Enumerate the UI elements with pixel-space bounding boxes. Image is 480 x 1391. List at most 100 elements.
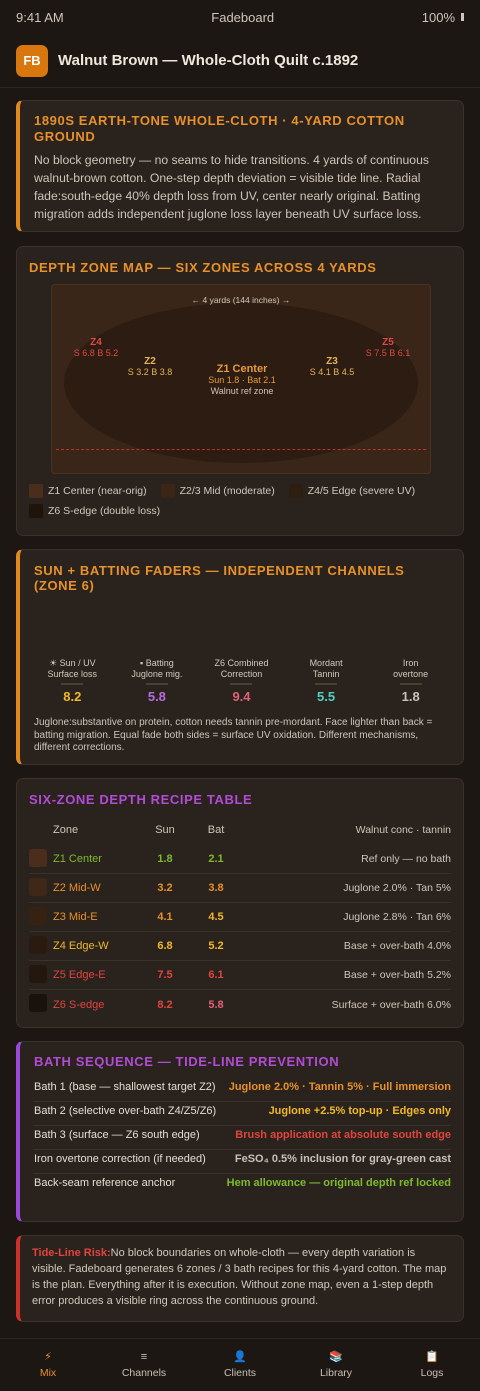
person-icon: 👤 [233,1351,247,1363]
row-recipe: Base + over-bath 4.0% [343,940,451,952]
row-sun: 6.8 [157,940,173,952]
nav-label: Channels [121,1367,167,1379]
bath-step-label: Iron overtone correction (if needed) [34,1153,206,1165]
fader-label: Mordant Tannin [309,658,343,679]
bolt-icon: ⚡ [44,1351,52,1363]
tide-line-risk-card: Tide-Line Risk:No block boundaries on wh… [16,1235,464,1322]
zone-z3-marker[interactable]: Z3 S 4.1 B 4.5 [302,356,362,378]
row-bat: 5.8 [208,998,224,1011]
legend-item-z4-z5: Z4/5 Edge (severe UV) [288,484,416,498]
zone-z4-marker[interactable]: Z4 S 6.8 B 5.2 [66,337,126,359]
row-sun: 3.2 [157,882,173,894]
yards-label: ← 4 yards (144 inches) → [191,295,291,305]
fader-track[interactable] [61,683,84,685]
col-recipe-header: Walnut conc · tannin [355,824,451,836]
nav-item-clients[interactable]: 👤 Clients [192,1339,288,1391]
depth-map-title: Depth Zone Map — Six Zones Across 4 Yard… [29,260,377,275]
bath-step[interactable]: Iron overtone correction (if needed) FeS… [34,1150,451,1174]
battery-percent: 100% [421,9,455,25]
app-header: FB Walnut Brown — Whole-Cloth Quilt c.18… [0,34,480,88]
table-row[interactable]: Z2 Mid-W 3.2 3.8 Juglone 2.0% · Tan 5% [29,874,451,903]
table-row[interactable]: Z3 Mid-E 4.1 4.5 Juglone 2.8% · Tan 6% [29,903,451,932]
zone-z4-values: S 6.8 B 5.2 [73,348,119,358]
nav-item-mix[interactable]: ⚡ Mix [0,1339,96,1391]
row-bat: 6.1 [208,969,224,981]
bath-step-value: Brush application at absolute south edge [235,1129,451,1141]
fader-mordant-tannin[interactable]: Mordant Tannin 5.5 [284,658,369,704]
row-sun: 4.1 [157,911,173,923]
fader-track[interactable] [399,683,422,685]
status-bar: 9:41 AM Fadeboard 100% [0,0,480,34]
zone-z2-marker[interactable]: Z2 S 3.2 B 3.8 [120,356,180,378]
legend-swatch [160,484,175,498]
zone-z5-label: Z5 [382,337,394,348]
recipe-table: Zone Sun Bat Walnut conc · tannin Z1 Cen… [29,819,451,1019]
legend-swatch [29,484,43,498]
bath-step[interactable]: Bath 2 (selective over-bath Z4/Z5/Z6) Ju… [34,1102,451,1126]
zone-z2-label: Z2 [144,356,156,367]
bath-step[interactable]: Back-seam reference anchor Hem allowance… [34,1174,451,1198]
faders-card: Sun + Batting faders — independent chann… [16,549,464,765]
zone-z5-values: S 7.5 B 6.1 [365,348,411,358]
legend-item-z6: Z6 S-edge (double loss) [29,504,160,518]
bath-step-value: Juglone 2.0% · Tannin 5% · Full immersio… [228,1081,451,1093]
fader-sun-uv[interactable]: ☀ Sun / UV Surface loss 8.2 [30,658,115,704]
nav-item-channels[interactable]: ≡ Channels [96,1339,192,1391]
bath-step[interactable]: Bath 1 (base — shallowest target Z2) Jug… [34,1078,451,1102]
row-bat: 5.2 [208,940,224,952]
table-row[interactable]: Z1 Center 1.8 2.1 Ref only — no bath [29,845,451,874]
legend-swatch [288,484,303,498]
row-recipe: Base + over-bath 5.2% [343,969,451,981]
sliders-icon: ≡ [140,1351,148,1363]
legend-label: Z1 Center (near-orig) [48,485,147,497]
depth-zone-map[interactable]: ← 4 yards (144 inches) → Z4 S 6.8 B 5.2 … [51,284,431,474]
nav-item-library[interactable]: 📚 Library [288,1339,384,1391]
bath-step[interactable]: Bath 3 (surface — Z6 south edge) Brush a… [34,1126,451,1150]
clipboard-icon: 📋 [425,1351,439,1363]
bath-step-label: Back-seam reference anchor [34,1177,176,1189]
zone-swatch [29,906,47,925]
table-row[interactable]: Z6 S-edge 8.2 5.8 Surface + over-bath 6.… [29,990,451,1019]
recipe-table-title: Six-Zone Depth Recipe Table [29,792,253,807]
table-header-row: Zone Sun Bat Walnut conc · tannin [29,819,451,841]
zone-z5-marker[interactable]: Z5 S 7.5 B 6.1 [358,337,418,359]
nav-label: Library [319,1367,353,1379]
intro-body: No block geometry — no seams to hide tra… [34,153,429,221]
zone-z3-values: S 4.1 B 4.5 [309,367,355,377]
fader-z6-combined[interactable]: Z6 Combined Correction 9.4 [199,658,284,704]
fader-label: Z6 Combined Correction [214,658,269,679]
fader-label: ▪ Batting Juglone mig. [131,658,183,679]
zone-z1-marker[interactable]: Z1 Center Sun 1.8 · Bat 2.1 Walnut ref z… [192,364,292,397]
table-row[interactable]: Z4 Edge-W 6.8 5.2 Base + over-bath 4.0% [29,932,451,961]
col-sun-header: Sun [155,824,175,836]
bath-list: Bath 1 (base — shallowest target Z2) Jug… [34,1078,451,1198]
legend-item-z2-z3: Z2/3 Mid (moderate) [160,484,275,498]
fader-iron-overtone[interactable]: Iron overtone 1.8 [368,658,453,704]
row-sun: 1.8 [157,853,173,865]
nav-item-logs[interactable]: 📋 Logs [384,1339,480,1391]
bath-step-label: Bath 2 (selective over-bath Z4/Z5/Z6) [34,1105,217,1117]
legend-label: Z4/5 Edge (severe UV) [307,485,416,497]
nav-label: Mix [39,1367,57,1379]
faders-title: Sun + Batting faders — independent chann… [34,563,405,593]
zone-z3-label: Z3 [326,356,338,367]
table-row[interactable]: Z5 Edge-E 7.5 6.1 Base + over-bath 5.2% [29,961,451,990]
fader-value: 5.8 [147,689,166,704]
zone-swatch [29,848,47,867]
fader-value: 8.2 [63,689,82,704]
zone-swatch [29,877,47,896]
fader-track[interactable] [145,683,168,685]
fader-track[interactable] [315,683,338,685]
app-logo[interactable]: FB [16,44,48,77]
zone-z4-label: Z4 [90,337,102,348]
status-time: 9:41 AM [16,9,64,25]
fader-batting[interactable]: ▪ Batting Juglone mig. 5.8 [115,658,200,704]
row-recipe: Ref only — no bath [361,853,451,865]
books-icon: 📚 [329,1351,343,1363]
bath-sequence-card: Bath sequence — tide-line prevention Bat… [16,1041,464,1222]
bath-step-label: Bath 1 (base — shallowest target Z2) [34,1081,216,1093]
bath-step-label: Bath 3 (surface — Z6 south edge) [34,1129,200,1141]
fader-track[interactable] [230,683,253,685]
row-zone: Z5 Edge-E [53,969,106,981]
legend-item-z1: Z1 Center (near-orig) [29,484,147,498]
